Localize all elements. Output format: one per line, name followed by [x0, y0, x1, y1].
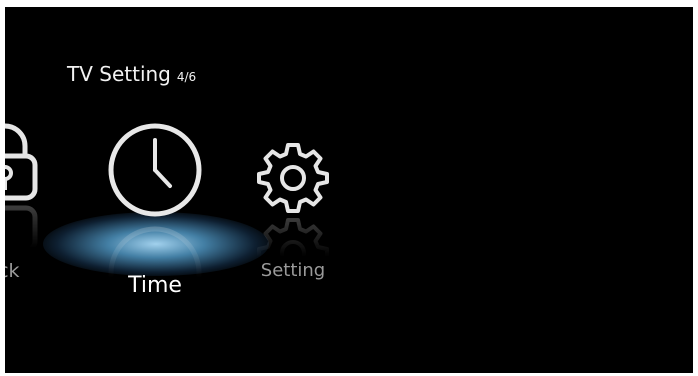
tv-screen: TV Setting4/6 ock Time	[5, 7, 693, 373]
menu-item-label: Setting	[260, 260, 326, 281]
menu-item-time[interactable]: Time	[105, 7, 215, 373]
menu-item-label: Time	[128, 273, 182, 298]
clock-icon	[108, 123, 202, 217]
menu-item-label: ock	[5, 260, 20, 282]
menu-item-setting[interactable]: Setting	[255, 7, 335, 373]
lock-icon	[5, 123, 38, 201]
gear-icon	[257, 143, 329, 213]
menu-item-lock[interactable]: ock	[5, 7, 55, 373]
